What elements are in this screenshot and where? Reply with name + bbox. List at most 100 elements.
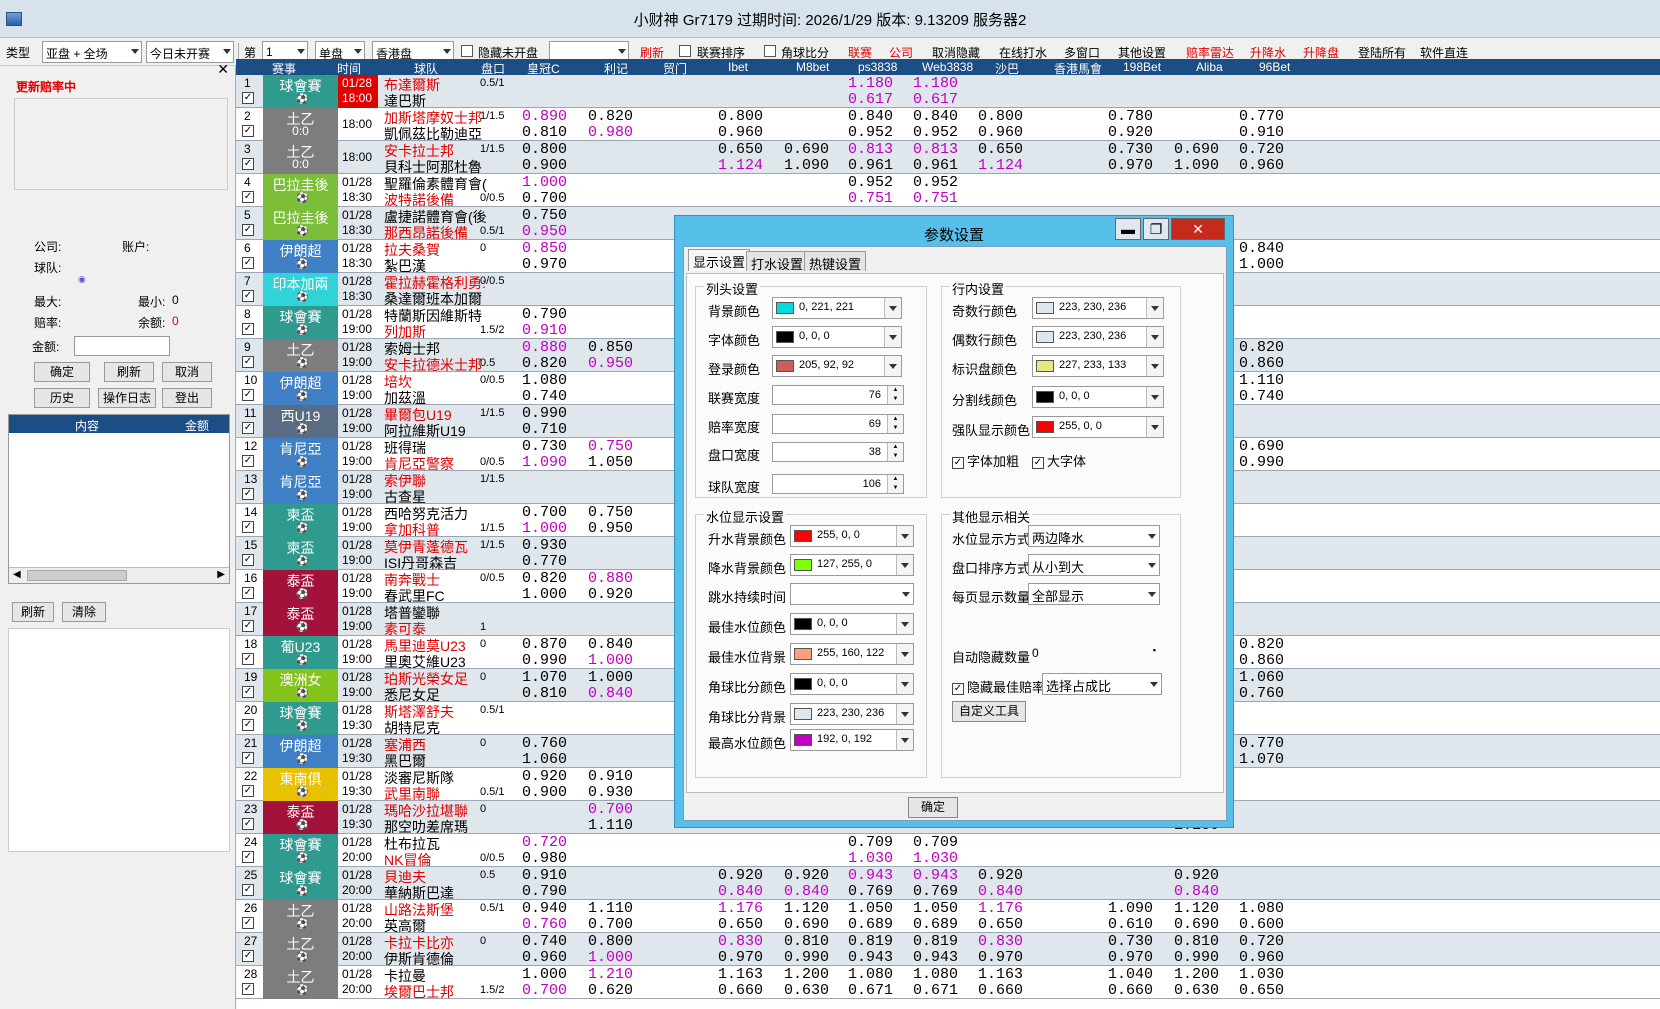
odds-away[interactable]: 0.960 [978,124,1023,141]
odds-home[interactable]: 0.870 [522,636,567,653]
horizontal-scrollbar[interactable]: ◀ ▶ [9,567,229,583]
odds-home[interactable]: 1.060 [1239,669,1284,686]
odds-away[interactable]: 1.070 [1239,751,1284,768]
odds-home[interactable]: 0.880 [522,339,567,356]
water-mode-select[interactable]: 两边降水 [1028,525,1160,547]
best-water-color[interactable]: 0, 0, 0 [790,613,914,635]
odds-home[interactable]: 0.690 [1174,141,1219,158]
scroll-right-icon[interactable]: ▶ [217,569,225,580]
odds-home[interactable]: 0.730 [1108,933,1153,950]
table-row[interactable]: 3 ✓ 土乙 0:0 18:00 安卡拉士邦 貝科士阿那杜魯 1/1.5 0.800 0.900 0… [236,141,1660,175]
odds-home[interactable]: 0.890 [522,108,567,125]
odds-home[interactable]: 0.813 [848,141,893,158]
row-checkbox[interactable]: ✓ [242,785,254,797]
row-checkbox[interactable]: ✓ [242,851,254,863]
odds-away[interactable]: 0.980 [588,124,633,141]
odds-home[interactable]: 1.163 [978,966,1023,983]
up-water-bg-color[interactable]: 255, 0, 0 [790,525,914,547]
odds-away[interactable]: 0.617 [848,91,893,108]
odds-home[interactable]: 1.080 [1239,900,1284,917]
odds-home[interactable]: 0.910 [588,768,633,785]
odds-home[interactable]: 0.740 [522,933,567,950]
odds-away[interactable]: 0.751 [848,190,893,207]
odds-away[interactable]: 0.920 [588,586,633,603]
odds-width-spinner[interactable]: 69 ▲ ▼ [772,414,904,434]
odds-home[interactable]: 0.819 [848,933,893,950]
row-checkbox[interactable]: ✓ [242,950,254,962]
odds-away[interactable]: 0.840 [784,883,829,900]
odds-away[interactable]: 1.060 [522,751,567,768]
corner-score-bg-color[interactable]: 223, 230, 236 [790,703,914,725]
odds-away[interactable]: 1.030 [913,850,958,867]
odds-away[interactable]: 0.990 [522,652,567,669]
odds-away[interactable]: 0.740 [522,388,567,405]
row-checkbox[interactable]: ✓ [242,290,254,302]
odds-home[interactable]: 0.800 [718,108,763,125]
odds-away[interactable]: 1.110 [588,817,633,834]
odds-away[interactable]: 0.810 [522,685,567,702]
odds-home[interactable]: 0.840 [848,108,893,125]
col-header[interactable]: Ibet [728,60,748,74]
row-checkbox[interactable]: ✓ [242,752,254,764]
league-cell[interactable]: 土乙 ⚽ [263,900,338,933]
col-header[interactable]: 198Bet [1123,60,1161,74]
row-checkbox[interactable]: ✓ [242,521,254,533]
split-color[interactable]: 0, 0, 0 [1032,386,1164,408]
odds-home[interactable]: 1.000 [522,174,567,191]
close-icon[interactable]: ✕ [217,61,229,78]
maximize-icon[interactable]: ❐ [1143,218,1169,240]
odds-home[interactable]: 1.050 [848,900,893,917]
odds-home[interactable]: 0.840 [588,636,633,653]
league-cell[interactable]: 柬盃 ⚽ [263,537,338,570]
row-checkbox[interactable]: ✓ [242,983,254,995]
logout-button[interactable]: 登出 [162,388,212,408]
auto-hide-spinner[interactable]: 0 ▪ [1028,643,1158,663]
league-width-spinner[interactable]: 76 ▲ ▼ [772,385,904,405]
odds-away[interactable]: 0.970 [1108,157,1153,174]
row-checkbox[interactable]: ✓ [242,455,254,467]
odds-home[interactable]: 0.952 [848,174,893,191]
login-color[interactable]: 205, 92, 92 [772,355,902,377]
odds-away[interactable]: 1.090 [784,157,829,174]
odds-away[interactable]: 0.700 [522,190,567,207]
odds-home[interactable]: 0.720 [1239,933,1284,950]
odds-away[interactable]: 0.952 [913,124,958,141]
row-checkbox[interactable]: ✓ [242,620,254,632]
odds-away[interactable]: 0.943 [848,949,893,966]
odds-away[interactable]: 0.970 [718,949,763,966]
down-water-bg-color[interactable]: 127, 255, 0 [790,554,914,576]
odds-away[interactable]: 0.769 [913,883,958,900]
dialog-ok-button[interactable]: 确定 [908,797,958,818]
clear-button[interactable]: 清除 [62,602,106,622]
odds-away[interactable]: 0.943 [913,949,958,966]
odds-home[interactable]: 0.920 [1174,867,1219,884]
odds-home[interactable]: 0.940 [522,900,567,917]
odds-away[interactable]: 0.671 [848,982,893,999]
odds-away[interactable]: 0.700 [522,982,567,999]
odds-away[interactable]: 0.950 [588,355,633,372]
hide-best-checkbox[interactable]: ✓ 隐藏最佳赔率 [952,677,1045,696]
odds-home[interactable]: 0.943 [848,867,893,884]
col-header[interactable]: 96Bet [1259,60,1290,74]
odds-home[interactable]: 1.040 [1108,966,1153,983]
odds-home[interactable]: 0.943 [913,867,958,884]
odds-home[interactable]: 0.709 [913,834,958,851]
ok-button[interactable]: 确定 [34,362,90,382]
odds-home[interactable]: 1.070 [522,669,567,686]
odds-home[interactable]: 0.819 [913,933,958,950]
odds-away[interactable]: 0.630 [1174,982,1219,999]
odds-away[interactable]: 1.000 [1239,256,1284,273]
odds-away[interactable]: 0.690 [1174,916,1219,933]
odds-away[interactable]: 0.900 [522,784,567,801]
big-font-checkbox[interactable]: ✓ 大字体 [1032,451,1086,470]
table-row[interactable]: 27 ✓ 土乙 ⚽ 01/28 20:00 卡拉卡比亦 伊斯肯德倫 0 0.740 0.960 0.8… [236,933,1660,967]
custom-tool-button[interactable]: 自定义工具 [952,701,1026,722]
league-cell[interactable]: 土乙 0:0 [263,108,338,141]
table-row[interactable]: 24 ✓ 球會賽 ⚽ 01/28 20:00 杜布拉瓦 NK冒倫 0/0.5 0.720 0.980… [236,834,1660,868]
odds-home[interactable]: 1.110 [588,900,633,917]
odds-away[interactable]: 0.650 [718,916,763,933]
row-checkbox[interactable]: ✓ [242,224,254,236]
league-cell[interactable]: 球會賽 ⚽ [263,75,338,108]
odds-home[interactable]: 0.920 [522,768,567,785]
odds-home[interactable]: 1.180 [913,75,958,92]
